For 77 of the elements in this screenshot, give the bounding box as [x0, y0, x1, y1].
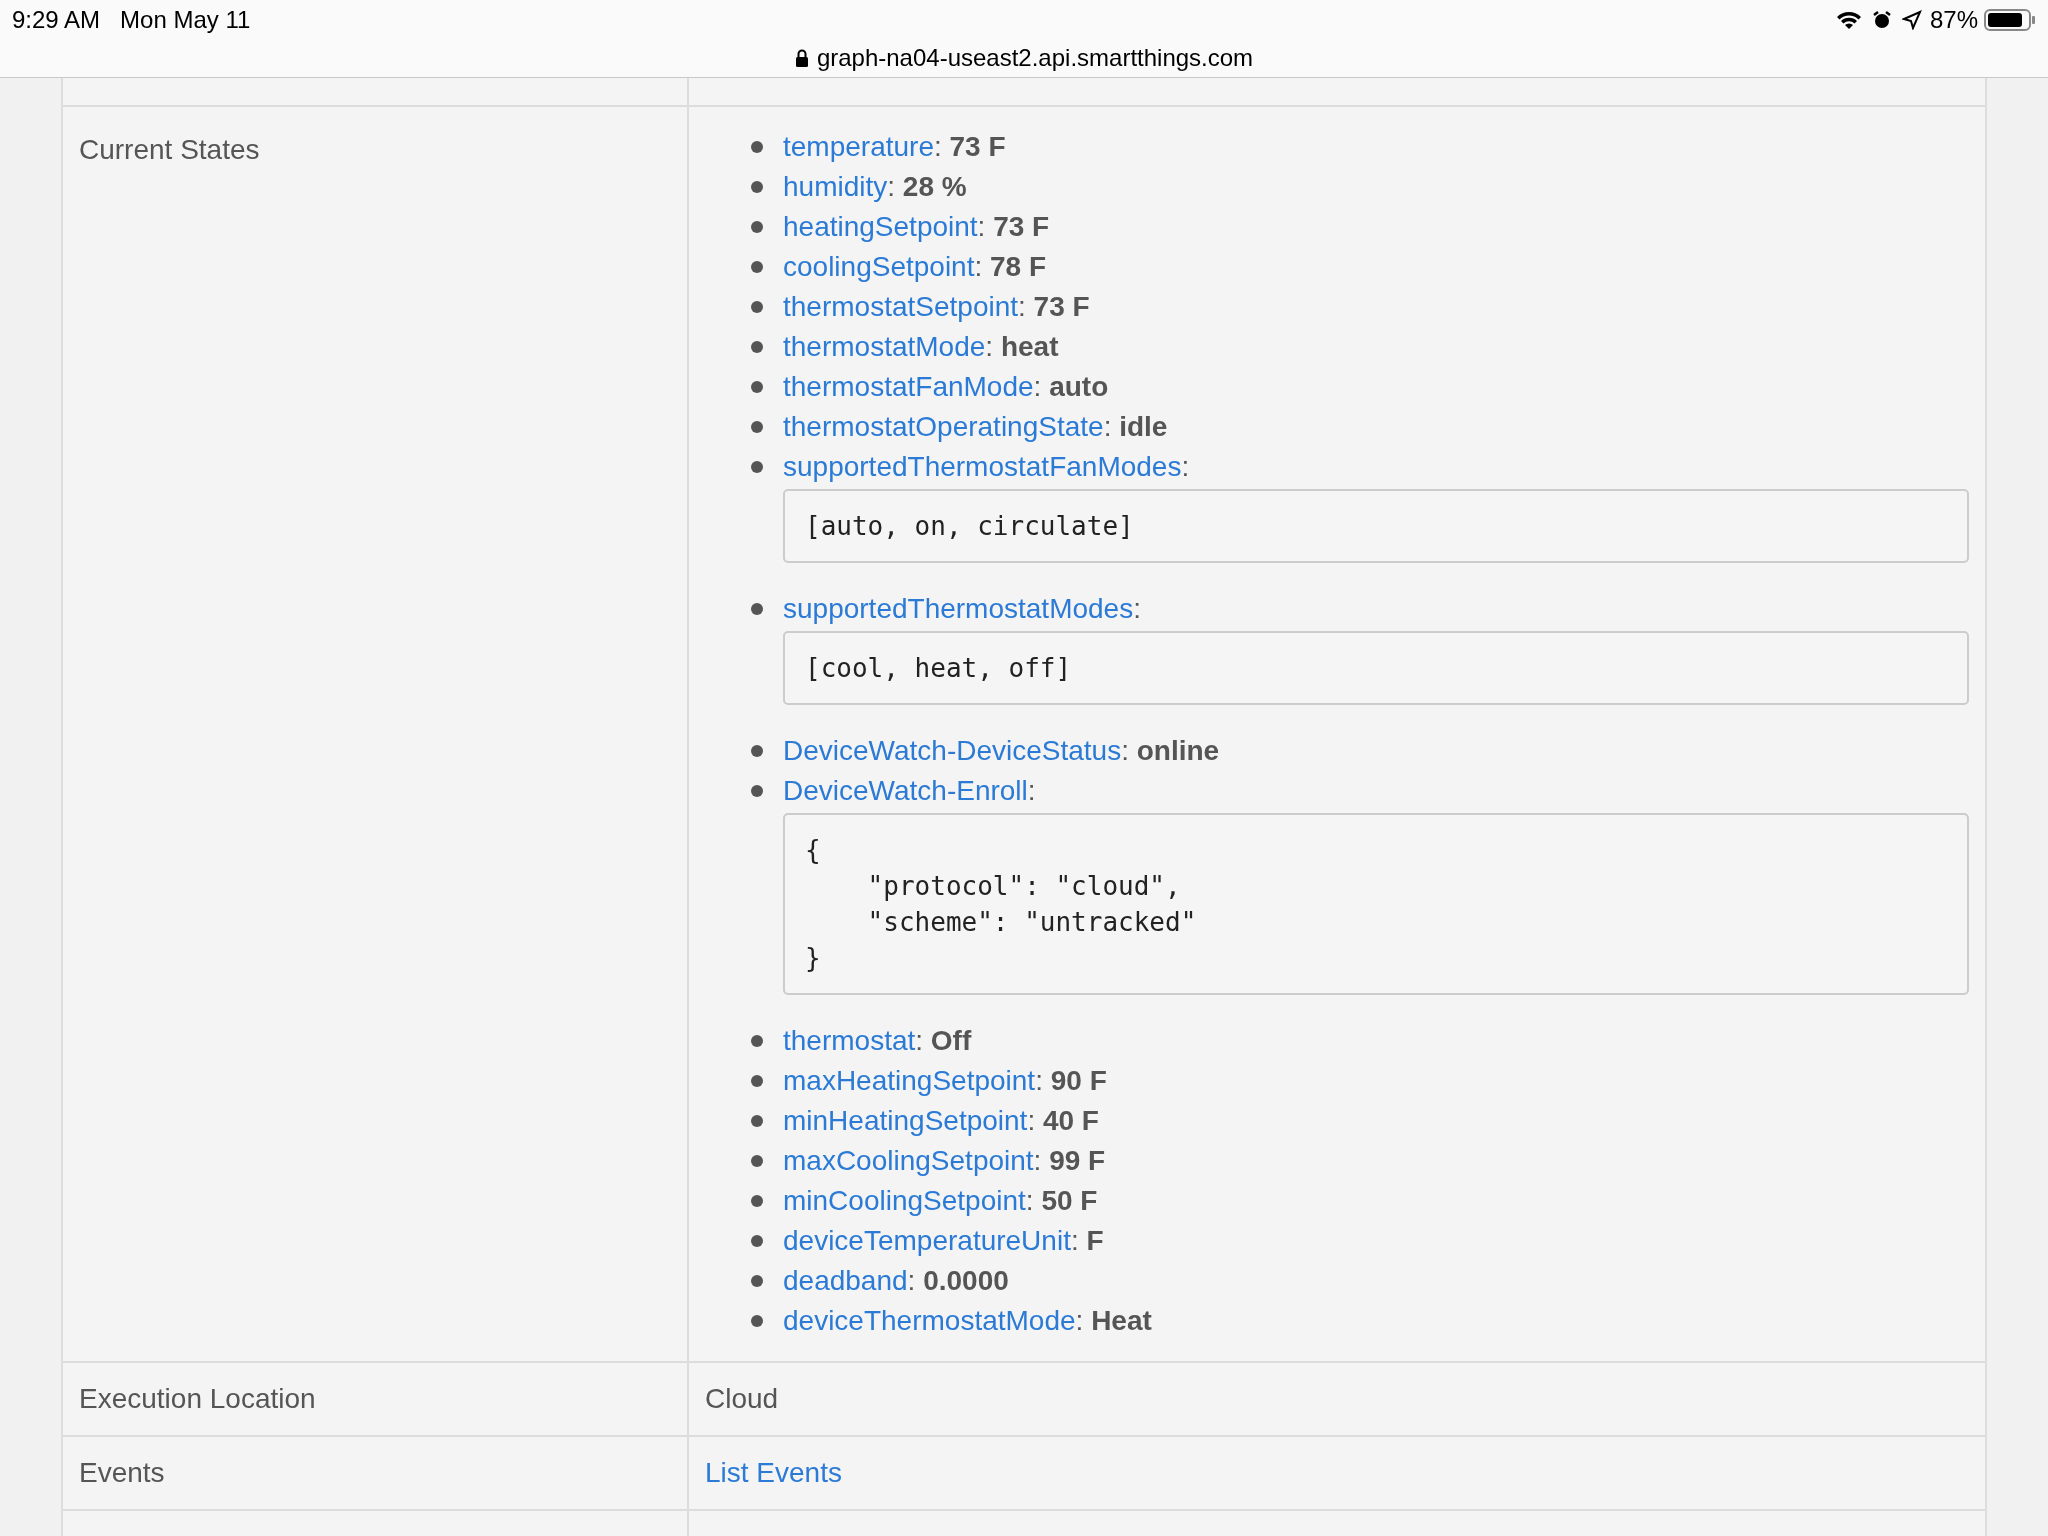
url-text[interactable]: graph-na04-useast2.api.smartthings.com [816, 40, 1254, 76]
bullet-icon [751, 1195, 763, 1207]
state-value: : F [1070, 1224, 1104, 1258]
bullet-icon [751, 1155, 763, 1167]
lock-icon [794, 49, 809, 67]
state-value: : 90 F [1035, 1064, 1107, 1098]
battery-icon [1984, 8, 2036, 32]
colon-text: : [1133, 592, 1141, 626]
state-link[interactable]: minCoolingSetpoint [783, 1181, 1026, 1221]
bullet-icon [751, 301, 763, 313]
alarm-icon [1871, 10, 1892, 30]
bullet-icon [751, 141, 763, 153]
state-link[interactable]: maxCoolingSetpoint [783, 1141, 1034, 1181]
status-date: Mon May 11 [120, 5, 251, 35]
bullet-icon [751, 1235, 763, 1247]
state-link[interactable]: thermostat [783, 1021, 916, 1061]
state-value: : idle [1103, 410, 1168, 444]
state-value: : 73 F [1018, 290, 1090, 324]
battery-percent: 87% [1929, 5, 1978, 35]
state-link[interactable]: thermostatFanMode [783, 367, 1034, 407]
bullet-icon [751, 1275, 763, 1287]
state-link[interactable]: humidity [783, 167, 888, 207]
code-block: [cool, heat, off] [783, 631, 1969, 705]
bullet-icon [751, 785, 763, 797]
state-link[interactable]: coolingSetpoint [783, 247, 975, 287]
code-block: [auto, on, circulate] [783, 489, 1969, 563]
state-value: : 73 F [977, 210, 1050, 244]
state-link[interactable]: deadband [783, 1261, 908, 1301]
bullet-icon [751, 341, 763, 353]
state-link[interactable]: deviceThermostatMode [783, 1301, 1076, 1341]
state-value: : 0.0000 [907, 1264, 1009, 1298]
state-link[interactable]: supportedThermostatModes [783, 589, 1134, 629]
status-time: 9:29 AM [12, 5, 101, 35]
state-value: : 40 F [1027, 1104, 1099, 1138]
state-value: : online [1121, 734, 1220, 768]
state-link[interactable]: DeviceWatch-Enroll [783, 771, 1028, 811]
bullet-icon [751, 221, 763, 233]
bullet-icon [751, 1115, 763, 1127]
bullet-icon [751, 1075, 763, 1087]
bullet-icon [751, 1035, 763, 1047]
code-block: { "protocol": "cloud", "scheme": "untracked" } [783, 813, 1969, 995]
state-value: : heat [985, 330, 1059, 364]
bullet-icon [751, 745, 763, 757]
state-value: : 50 F [1025, 1184, 1098, 1218]
state-link[interactable]: temperature [783, 127, 934, 167]
bullet-icon [751, 603, 763, 615]
colon-text: : [1181, 450, 1190, 484]
row-label: Events [79, 1456, 165, 1490]
state-link[interactable]: minHeatingSetpoint [783, 1101, 1028, 1141]
state-link[interactable]: maxHeatingSetpoint [783, 1061, 1036, 1101]
state-value: : 73 F [933, 130, 1006, 164]
row-value: Cloud [705, 1382, 779, 1416]
bullet-icon [751, 381, 763, 393]
bullet-icon [751, 261, 763, 273]
location-arrow-icon [1901, 10, 1922, 30]
state-link[interactable]: heatingSetpoint [783, 207, 978, 247]
state-value: : Off [915, 1024, 972, 1058]
bullet-icon [751, 461, 763, 473]
state-link[interactable]: thermostatSetpoint [783, 287, 1019, 327]
bullet-icon [751, 181, 763, 193]
state-value: : 78 F [974, 250, 1047, 284]
state-value: : 99 F [1033, 1144, 1106, 1178]
row-label: Execution Location [79, 1382, 316, 1416]
state-value: : Heat [1075, 1304, 1152, 1338]
state-link[interactable]: DeviceWatch-DeviceStatus [783, 731, 1122, 771]
colon-text: : [1027, 774, 1036, 808]
state-value: : auto [1033, 370, 1109, 404]
state-link[interactable]: thermostatMode [783, 327, 986, 367]
bullet-icon [751, 421, 763, 433]
bullet-icon [751, 1315, 763, 1327]
state-link[interactable]: deviceTemperatureUnit [783, 1221, 1071, 1261]
events-link[interactable]: List Events [705, 1452, 842, 1494]
state-link[interactable]: thermostatOperatingState [783, 407, 1104, 447]
state-value: : 28 % [887, 170, 967, 204]
row-label: Current States [79, 134, 260, 165]
wifi-icon [1835, 10, 1862, 30]
state-link[interactable]: supportedThermostatFanModes [783, 447, 1182, 487]
